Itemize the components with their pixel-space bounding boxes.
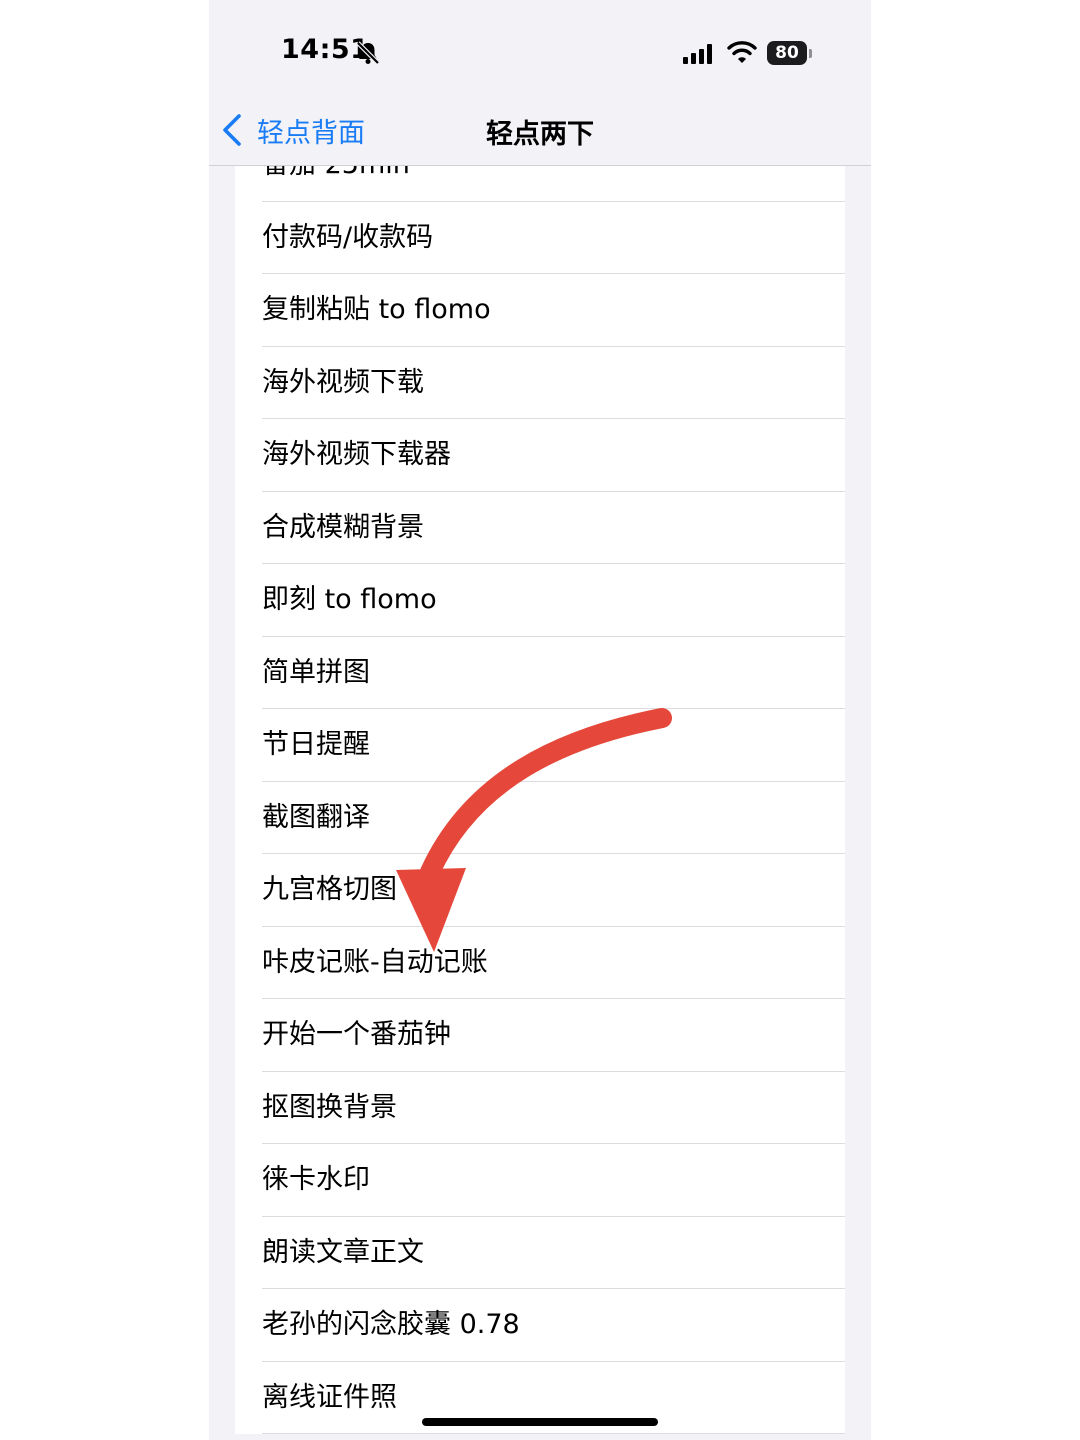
list-item-label: 海外视频下载 <box>262 366 424 398</box>
list-item[interactable]: 开始一个番茄钟 <box>235 999 845 1072</box>
separator <box>262 1433 845 1434</box>
list-item-label: 咔皮记账-自动记账 <box>262 946 488 978</box>
phone-screen: 14:51 80 轻点背面 轻点两下 付款码/收款码 复制粘贴 to flomo… <box>209 0 871 1440</box>
list-item[interactable]: 海外视频下载器 <box>235 419 845 492</box>
list-item[interactable]: 简单拼图 <box>235 637 845 709</box>
list-item-label: 付款码/收款码 <box>262 221 434 253</box>
cellular-signal-icon <box>683 44 712 64</box>
list-item[interactable]: 截图翻译 <box>235 782 845 854</box>
wifi-icon <box>727 41 757 63</box>
list-item-label: 简单拼图 <box>262 656 370 688</box>
list-item[interactable]: 九宫格切图 <box>235 854 845 927</box>
home-indicator[interactable] <box>422 1418 658 1426</box>
list-item-label: 九宫格切图 <box>262 874 397 905</box>
page-title: 轻点两下 <box>486 119 594 150</box>
shortcut-list: 番茄 25min 付款码/收款码 复制粘贴 to flomo 海外视频下载 海外… <box>235 129 845 1434</box>
list-item-label: 截图翻译 <box>262 801 370 833</box>
battery-level: 80 <box>767 41 807 65</box>
list-item-label: 老孙的闪念胶囊 0.78 <box>262 1309 520 1340</box>
list-item-label: 合成模糊背景 <box>262 511 424 543</box>
list-item-label: 节日提醒 <box>262 729 370 760</box>
list-item[interactable]: 海外视频下载 <box>235 347 845 419</box>
list-item-label: 开始一个番茄钟 <box>262 1019 451 1050</box>
bell-slash-icon <box>356 41 380 65</box>
list-item[interactable]: 合成模糊背景 <box>235 492 845 564</box>
list-item[interactable]: 节日提醒 <box>235 709 845 782</box>
list-item[interactable]: 朗读文章正文 <box>235 1217 845 1289</box>
list-item-label: 朗读文章正文 <box>262 1236 424 1268</box>
list-item[interactable]: 抠图换背景 <box>235 1072 845 1144</box>
list-item-label: 抠图换背景 <box>262 1091 397 1123</box>
list-item-label: 复制粘贴 to flomo <box>262 294 491 325</box>
battery-tip <box>809 49 812 58</box>
list-item-label: 即刻 to flomo <box>262 584 437 615</box>
list-item[interactable]: 即刻 to flomo <box>235 564 845 637</box>
list-item[interactable]: 徕卡水印 <box>235 1144 845 1217</box>
list-item-label: 离线证件照 <box>262 1381 397 1413</box>
list-item[interactable]: 复制粘贴 to flomo <box>235 274 845 347</box>
list-item-label: 海外视频下载器 <box>262 439 451 470</box>
list-item[interactable]: 老孙的闪念胶囊 0.78 <box>235 1289 845 1362</box>
list-item[interactable]: 付款码/收款码 <box>235 202 845 274</box>
list-item-label: 徕卡水印 <box>262 1164 370 1195</box>
list-item[interactable]: 咔皮记账-自动记账 <box>235 927 845 999</box>
status-bar: 14:51 80 <box>209 0 871 96</box>
navigation-bar: 轻点背面 轻点两下 <box>209 96 871 166</box>
battery-icon: 80 <box>767 41 813 65</box>
